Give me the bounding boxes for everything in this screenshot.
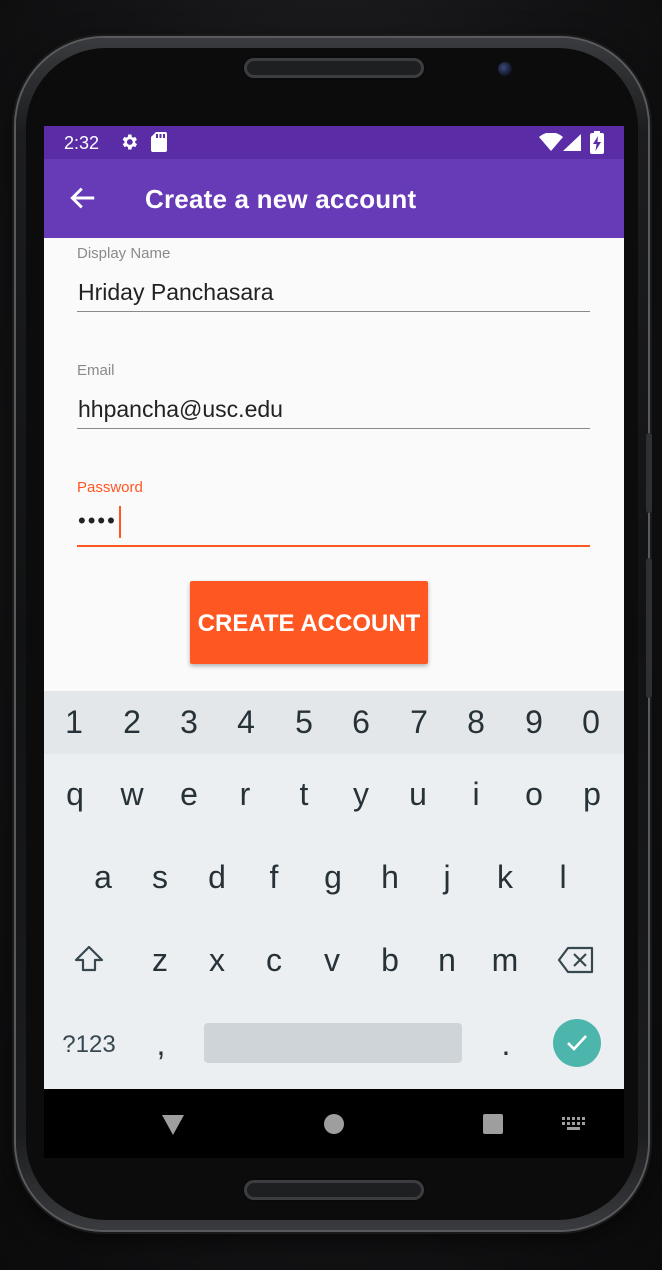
key-w[interactable]: w (107, 776, 157, 813)
back-triangle-icon[interactable] (160, 1113, 186, 1137)
password-field[interactable]: Password •••• (77, 478, 590, 550)
key-3[interactable]: 3 (164, 704, 214, 741)
bottom-speaker (244, 1180, 424, 1200)
key-r[interactable]: r (220, 776, 270, 813)
display-name-underline (77, 311, 590, 312)
cell-signal-icon (563, 134, 581, 151)
space-bar[interactable] (204, 1023, 462, 1063)
comma-key[interactable]: , (136, 1026, 186, 1063)
key-v[interactable]: v (307, 942, 357, 979)
backspace-icon[interactable] (557, 946, 595, 974)
key-2[interactable]: 2 (107, 704, 157, 741)
symbols-key[interactable]: ?123 (56, 1031, 122, 1059)
key-o[interactable]: o (509, 776, 559, 813)
text-cursor (118, 506, 121, 538)
key-z[interactable]: z (135, 942, 185, 979)
home-circle-icon[interactable] (323, 1113, 345, 1135)
display-name-value: Hriday Panchasara (78, 279, 274, 305)
email-label: Email (77, 362, 115, 379)
key-j[interactable]: j (422, 859, 472, 896)
volume-button (646, 558, 652, 698)
device-screen: 2:32 Create a new account Display Name H… (44, 126, 624, 1158)
key-p[interactable]: p (567, 776, 617, 813)
status-time: 2:32 (64, 133, 100, 153)
key-y[interactable]: y (336, 776, 386, 813)
email-underline (77, 428, 590, 429)
settings-icon (122, 134, 137, 150)
key-8[interactable]: 8 (451, 704, 501, 741)
period-key[interactable]: . (481, 1026, 531, 1063)
recents-square-icon[interactable] (482, 1113, 504, 1135)
display-name-label: Display Name (77, 245, 171, 262)
top-speaker (244, 58, 424, 78)
sd-card-icon (151, 132, 167, 152)
display-name-field[interactable]: Display Name Hriday Panchasara (77, 244, 590, 314)
status-bar: 2:32 (44, 126, 624, 159)
key-s[interactable]: s (135, 859, 185, 896)
navigation-bar (44, 1089, 624, 1158)
password-label: Password (77, 479, 143, 496)
enter-key[interactable] (553, 1019, 601, 1067)
password-value: •••• (78, 506, 121, 538)
email-value: hhpancha@usc.edu (78, 396, 283, 422)
key-e[interactable]: e (164, 776, 214, 813)
key-f[interactable]: f (249, 859, 299, 896)
key-c[interactable]: c (249, 942, 299, 979)
key-7[interactable]: 7 (394, 704, 444, 741)
key-i[interactable]: i (451, 776, 501, 813)
key-m[interactable]: m (480, 942, 530, 979)
battery-charging-icon (590, 131, 604, 154)
password-underline (77, 545, 590, 547)
email-field[interactable]: Email hhpancha@usc.edu (77, 361, 590, 431)
front-camera (498, 62, 512, 76)
create-account-button[interactable]: CREATE ACCOUNT (190, 581, 428, 664)
key-h[interactable]: h (365, 859, 415, 896)
key-x[interactable]: x (192, 942, 242, 979)
wifi-icon (539, 133, 563, 151)
key-t[interactable]: t (279, 776, 329, 813)
key-a[interactable]: a (78, 859, 128, 896)
arrow-back-icon[interactable] (68, 183, 98, 213)
key-l[interactable]: l (538, 859, 588, 896)
key-q[interactable]: q (50, 776, 100, 813)
soft-keyboard: 1 2 3 4 5 6 7 8 9 0 q w e r t y u i o p … (44, 691, 624, 1089)
key-9[interactable]: 9 (509, 704, 559, 741)
key-0[interactable]: 0 (566, 704, 616, 741)
key-6[interactable]: 6 (336, 704, 386, 741)
key-k[interactable]: k (480, 859, 530, 896)
shift-icon[interactable] (73, 943, 105, 975)
key-g[interactable]: g (308, 859, 358, 896)
checkmark-icon (567, 1035, 587, 1051)
key-b[interactable]: b (365, 942, 415, 979)
page-title: Create a new account (145, 184, 417, 214)
password-dots: •••• (78, 507, 117, 533)
key-5[interactable]: 5 (279, 704, 329, 741)
power-button (646, 433, 652, 513)
keyboard-switch-icon[interactable] (562, 1117, 586, 1131)
app-bar: Create a new account (44, 159, 624, 238)
key-u[interactable]: u (393, 776, 443, 813)
key-d[interactable]: d (192, 859, 242, 896)
key-n[interactable]: n (422, 942, 472, 979)
key-1[interactable]: 1 (49, 704, 99, 741)
key-4[interactable]: 4 (221, 704, 271, 741)
